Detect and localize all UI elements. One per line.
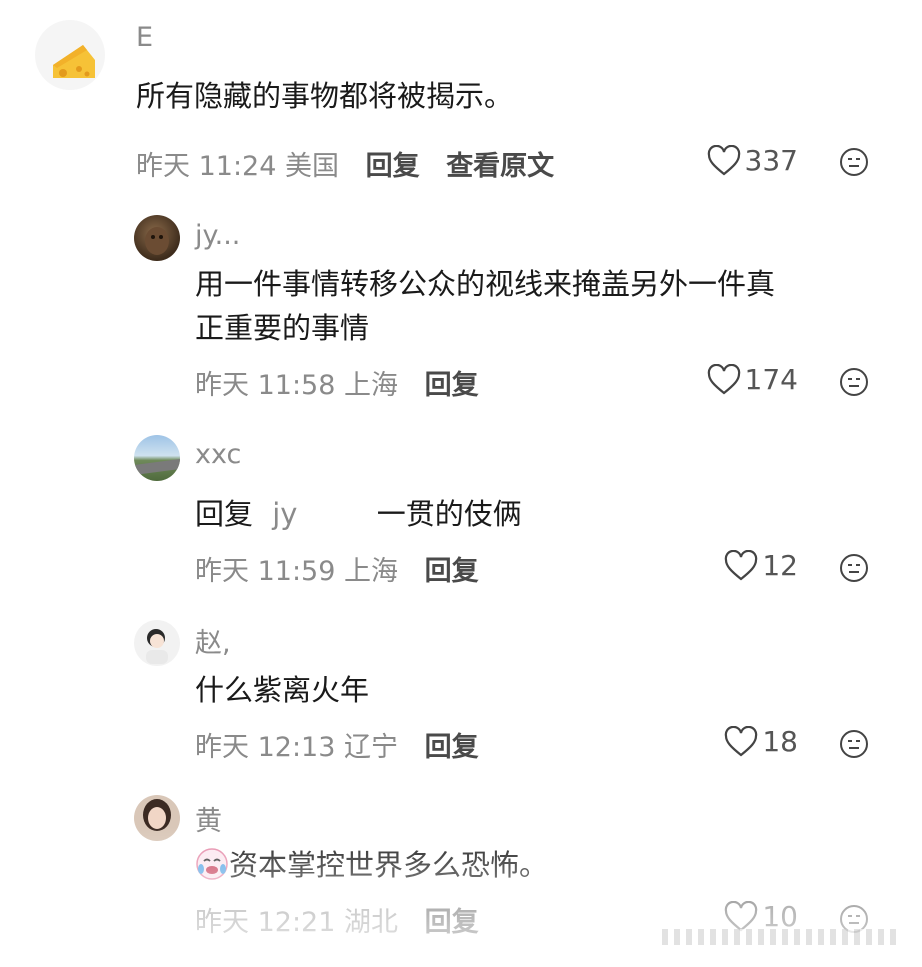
heart-icon — [707, 363, 740, 394]
heart-icon — [725, 900, 758, 931]
comment-item: E 所有隐藏的事物都将被揭示。 昨天 11:24 美国 回复 查看原文 337 — [0, 0, 922, 200]
comment-time: 昨天 12:21 — [195, 907, 336, 938]
avatar[interactable] — [134, 620, 180, 666]
comment-meta: 昨天 11:58 上海 回复 — [195, 363, 479, 402]
bear-photo-avatar — [145, 227, 169, 255]
comment-meta: 昨天 12:13 辽宁 回复 — [195, 725, 479, 764]
comment-author[interactable]: xxc — [195, 439, 241, 470]
like-count: 18 — [762, 725, 798, 758]
comment-time: 昨天 12:13 — [195, 732, 336, 763]
scroll-indicator — [662, 929, 902, 945]
anime-girl-avatar — [146, 629, 168, 664]
comment-author[interactable]: E — [136, 22, 153, 53]
comment-body: 资本掌控世界多么恐怖。 — [229, 848, 549, 882]
comment-time: 昨天 11:58 — [195, 370, 336, 401]
comment-author[interactable]: jy... — [195, 220, 240, 251]
reply-to-user[interactable]: jy — [272, 497, 297, 531]
heart-icon — [725, 549, 758, 580]
comment-item: jy... 用一件事情转移公众的视线来掩盖另外一件真 正重要的事情 昨天 11:… — [0, 200, 922, 415]
reply-button[interactable]: 回复 — [425, 907, 479, 938]
avatar[interactable] — [134, 795, 180, 841]
comment-location: 湖北 — [344, 907, 398, 938]
landscape-photo-avatar — [134, 459, 180, 475]
comment-time: 昨天 11:59 — [195, 556, 336, 587]
comment-author[interactable]: 赵, — [195, 621, 231, 660]
like-button[interactable]: 174 — [707, 363, 798, 396]
comment-location: 上海 — [344, 556, 398, 587]
emoji-reaction-icon[interactable] — [838, 146, 870, 178]
comment-text: 正重要的事情 — [195, 311, 370, 345]
cheese-icon — [53, 45, 95, 78]
comment-meta: 昨天 11:59 上海 回复 — [195, 549, 479, 588]
like-count: 12 — [762, 549, 798, 582]
comment-item: 赵, 什么紫离火年 昨天 12:13 辽宁 回复 18 — [0, 595, 922, 775]
like-button[interactable]: 12 — [724, 549, 798, 582]
comment-text: 回复 jy 一贯的伎俩 — [195, 488, 522, 540]
like-button[interactable]: 18 — [724, 725, 798, 758]
emoji-reaction-icon[interactable] — [838, 728, 870, 760]
comment-text: 什么紫离火年 — [195, 673, 370, 707]
reply-button[interactable]: 回复 — [425, 732, 479, 763]
comment-text: 所有隐藏的事物都将被揭示。 — [136, 79, 514, 113]
comment-body: 一贯的伎俩 — [376, 497, 522, 531]
comment-time: 昨天 11:24 — [136, 151, 277, 182]
comment-text: 资本掌控世界多么恐怖。 — [195, 839, 548, 891]
view-original-button[interactable]: 查看原文 — [446, 151, 554, 182]
heart-icon — [725, 725, 758, 756]
reply-button[interactable]: 回复 — [425, 556, 479, 587]
comment-meta: 昨天 11:24 美国 回复 查看原文 — [136, 144, 554, 183]
comment-location: 辽宁 — [344, 732, 398, 763]
avatar[interactable] — [35, 20, 105, 90]
emoji-reaction-icon[interactable] — [838, 552, 870, 584]
comment-item: xxc 回复 jy 一贯的伎俩 昨天 11:59 上海 回复 12 — [0, 415, 922, 595]
comment-meta: 昨天 12:21 湖北 回复 — [195, 900, 479, 939]
like-count: 337 — [744, 144, 798, 177]
comment-location: 上海 — [344, 370, 398, 401]
like-button[interactable]: 337 — [707, 144, 798, 177]
like-count: 174 — [744, 363, 798, 396]
comment-author[interactable]: 黄 — [195, 799, 222, 838]
crying-laugh-emoji-icon — [196, 848, 228, 880]
emoji-reaction-icon[interactable] — [838, 366, 870, 398]
reply-button[interactable]: 回复 — [366, 151, 420, 182]
heart-icon — [707, 144, 740, 175]
reply-prefix: 回复 — [195, 497, 254, 531]
reply-button[interactable]: 回复 — [425, 370, 479, 401]
avatar[interactable] — [134, 435, 180, 481]
woman-photo-avatar — [143, 799, 171, 831]
comment-location: 美国 — [285, 151, 339, 182]
avatar[interactable] — [134, 215, 180, 261]
